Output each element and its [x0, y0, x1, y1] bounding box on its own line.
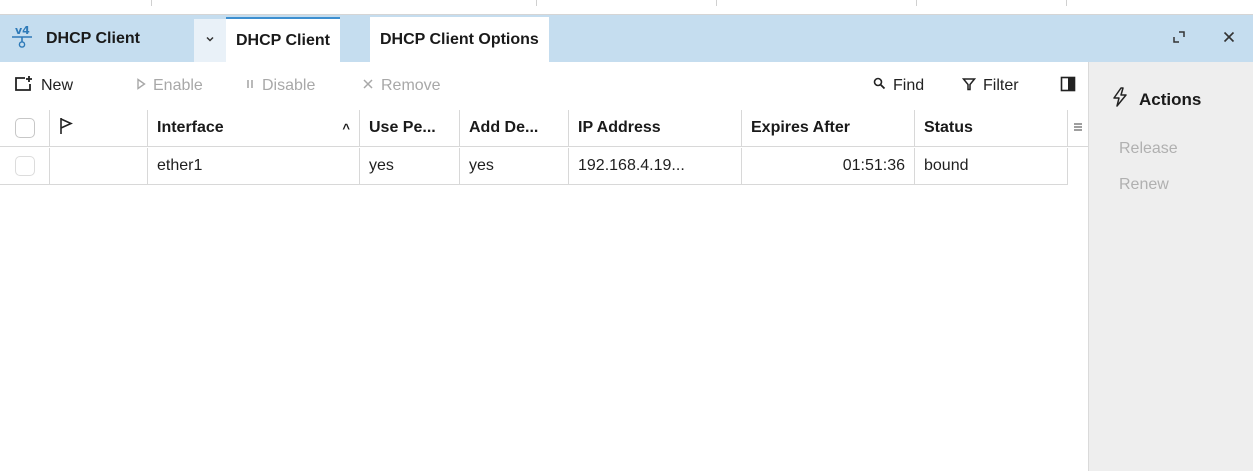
cell-text: bound	[924, 157, 969, 174]
new-button[interactable]: New	[14, 62, 73, 110]
release-action[interactable]: Release	[1119, 140, 1178, 158]
row-checkbox[interactable]	[14, 156, 35, 176]
close-button[interactable]	[1222, 15, 1236, 62]
window-title-text: DHCP Client	[46, 29, 140, 47]
find-button[interactable]: Find	[873, 62, 924, 110]
pause-icon	[245, 77, 255, 95]
column-header-label: Interface	[157, 119, 224, 136]
column-header-label: Add De...	[469, 119, 539, 136]
cell-text: 192.168.4.19...	[578, 157, 685, 174]
sort-asc-icon: ^	[342, 120, 350, 136]
filter-button[interactable]: Filter	[961, 62, 1019, 110]
column-header-interface[interactable]: Interface ^	[148, 110, 360, 147]
select-all-checkbox-cell[interactable]	[0, 110, 50, 147]
play-icon	[136, 77, 146, 95]
select-all-checkbox[interactable]	[14, 118, 35, 138]
column-header-label: Use Pe...	[369, 119, 436, 136]
new-label: New	[41, 77, 74, 94]
top-strip	[0, 0, 1253, 15]
lightning-icon	[1111, 87, 1129, 112]
column-header-label: Status	[924, 119, 973, 136]
remove-icon	[362, 77, 374, 95]
search-icon	[873, 77, 886, 95]
svg-text:v4: v4	[15, 24, 30, 37]
side-panel-icon	[1060, 76, 1076, 97]
cell-expires-after: 01:51:36	[742, 148, 915, 185]
menu-icon	[1073, 119, 1083, 137]
cell-text: yes	[469, 157, 494, 174]
actions-panel: Actions Release Renew	[1088, 62, 1253, 471]
column-header-add-default[interactable]: Add De...	[460, 110, 569, 147]
actions-title-text: Actions	[1139, 89, 1202, 109]
chevron-down-icon	[204, 33, 216, 48]
column-header-status[interactable]: Status	[915, 110, 1068, 147]
window-title: v4 DHCP Client	[10, 15, 140, 62]
flag-icon	[59, 117, 73, 140]
column-header-expires-after[interactable]: Expires After	[742, 110, 915, 147]
add-icon	[14, 75, 34, 98]
tab-dropdown-button[interactable]	[194, 19, 226, 62]
dhcp-client-icon: v4	[10, 23, 38, 54]
cell-use-peer: yes	[360, 148, 460, 185]
strip-segment	[152, 0, 537, 6]
column-menu-button[interactable]	[1068, 110, 1088, 147]
cell-ip-address: 192.168.4.19...	[569, 148, 742, 185]
disable-label: Disable	[262, 77, 316, 94]
toolbar: New Enable Disable Remove Find Filter	[0, 62, 1088, 110]
tab-label: DHCP Client Options	[380, 30, 539, 48]
strip-segment	[537, 0, 717, 6]
renew-action[interactable]: Renew	[1119, 176, 1169, 194]
filter-label: Filter	[983, 77, 1019, 94]
disable-button[interactable]: Disable	[245, 62, 315, 110]
column-header-ip-address[interactable]: IP Address	[569, 110, 742, 147]
enable-label: Enable	[153, 77, 203, 94]
column-header-label: IP Address	[578, 119, 661, 136]
cell-status: bound	[915, 148, 1068, 185]
maximize-button[interactable]	[1172, 15, 1186, 62]
tab-label: DHCP Client	[236, 31, 330, 49]
cell-text: yes	[369, 157, 394, 174]
flag-column-header[interactable]	[50, 110, 148, 147]
column-header-label: Expires After	[751, 119, 850, 136]
close-icon	[1222, 28, 1236, 49]
cell-interface: ether1	[148, 148, 360, 185]
actions-title: Actions	[1111, 87, 1201, 112]
cell-add-default: yes	[460, 148, 569, 185]
toggle-panel-button[interactable]	[1060, 62, 1076, 110]
row-checkbox-cell[interactable]	[0, 148, 50, 185]
tab-dhcp-client[interactable]: DHCP Client	[226, 17, 340, 62]
enable-button[interactable]: Enable	[136, 62, 203, 110]
cell-text: ether1	[157, 157, 203, 174]
strip-segment	[0, 0, 152, 6]
tab-dhcp-client-options[interactable]: DHCP Client Options	[370, 17, 549, 62]
find-label: Find	[893, 77, 925, 94]
strip-segment	[717, 0, 917, 6]
remove-label: Remove	[381, 77, 441, 94]
maximize-icon	[1172, 28, 1186, 49]
column-header-use-peer[interactable]: Use Pe...	[360, 110, 460, 147]
strip-segment	[917, 0, 1067, 6]
filter-icon	[961, 77, 977, 96]
cell-text: 01:51:36	[842, 157, 905, 174]
window-titlebar: v4 DHCP Client DHCP Client DHCP Client O…	[0, 15, 1253, 62]
remove-button[interactable]: Remove	[362, 62, 441, 110]
row-flag-cell	[50, 148, 148, 185]
